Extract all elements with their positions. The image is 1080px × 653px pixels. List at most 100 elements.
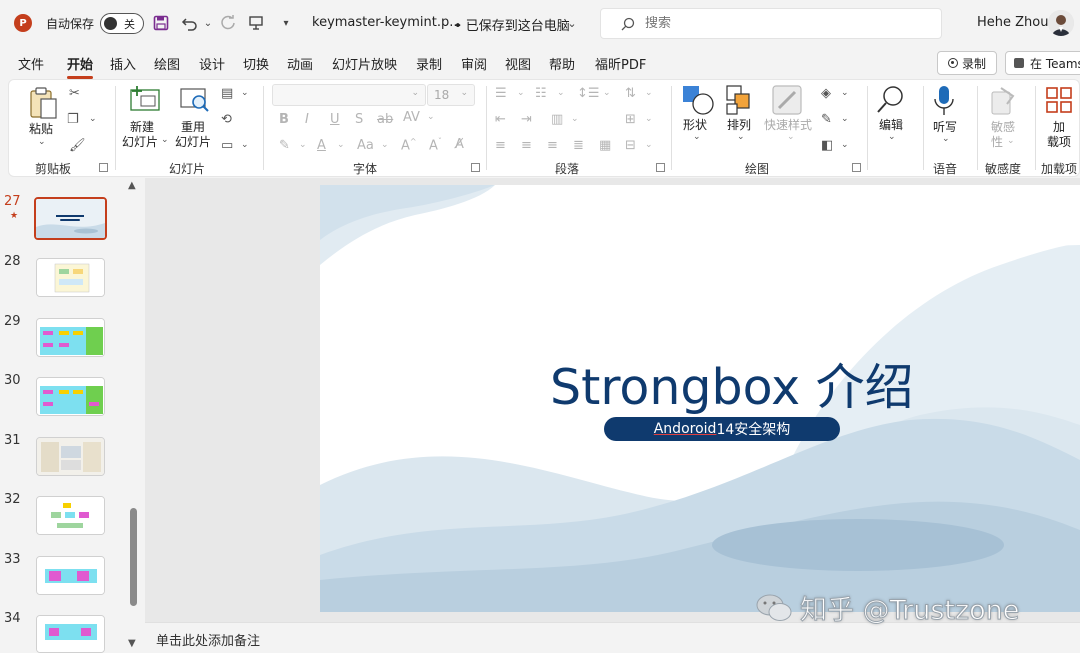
dictate-label[interactable]: 听写 xyxy=(933,120,957,135)
autosave-toggle[interactable]: 关 xyxy=(100,13,144,34)
tab-slideshow[interactable]: 幻灯片放映 xyxy=(332,54,397,73)
chevron-down-icon[interactable]: ⌄ xyxy=(693,132,701,142)
chevron-down-icon[interactable]: ⌄ xyxy=(38,137,46,147)
addins-icon[interactable] xyxy=(1045,86,1073,117)
slide-thumbnail[interactable] xyxy=(36,615,105,653)
slide-thumbnail[interactable] xyxy=(34,197,107,240)
chevron-down-icon[interactable]: ⌄ xyxy=(645,88,653,98)
new-slide-label-1[interactable]: 新建 xyxy=(130,120,154,135)
chevron-down-icon[interactable]: ⌄ xyxy=(841,140,849,150)
font-size-select[interactable]: 18 ⌄ xyxy=(427,84,475,106)
slide-thumbnail[interactable] xyxy=(36,318,105,357)
chevron-down-icon[interactable]: ⌄ xyxy=(562,13,582,33)
chevron-down-icon[interactable]: ⌄ xyxy=(241,140,249,150)
tab-file[interactable]: 文件 xyxy=(18,54,44,73)
avatar[interactable] xyxy=(1048,10,1074,36)
justify-icon[interactable]: ≣ xyxy=(573,138,584,153)
chevron-down-icon[interactable]: ⌄ xyxy=(787,132,795,142)
clear-formatting-icon[interactable]: A̸ xyxy=(455,137,464,152)
chevron-down-icon[interactable]: ⌄ xyxy=(241,88,249,98)
tab-home[interactable]: 开始 xyxy=(67,54,94,79)
underline-icon[interactable]: U xyxy=(330,112,340,127)
chevron-down-icon[interactable]: ⌄ xyxy=(427,112,435,122)
shape-effects-icon[interactable]: ◧ xyxy=(821,138,833,153)
layout-icon[interactable]: ▤ xyxy=(221,86,233,101)
slide-thumbnail[interactable] xyxy=(36,437,105,476)
tab-design[interactable]: 设计 xyxy=(199,54,225,73)
increase-font-icon[interactable]: A^ xyxy=(401,137,417,153)
slide-thumbnail[interactable] xyxy=(36,258,105,297)
align-left-icon[interactable]: ≡ xyxy=(495,138,506,153)
chevron-down-icon[interactable]: ⌄ xyxy=(1007,136,1015,146)
cut-icon[interactable]: ✂ xyxy=(69,86,80,101)
shape-fill-icon[interactable]: ◈ xyxy=(821,86,831,101)
drawing-launcher-icon[interactable] xyxy=(852,163,861,172)
user-name[interactable]: Hehe Zhou xyxy=(977,15,1048,30)
highlight-icon[interactable]: ✎ xyxy=(279,138,290,153)
slide-thumbnail[interactable] xyxy=(36,496,105,535)
present-icon[interactable] xyxy=(246,13,266,33)
chevron-down-icon[interactable]: ⌄ xyxy=(337,140,345,150)
new-slide-label-2[interactable]: 幻灯片 xyxy=(122,135,158,150)
tab-view[interactable]: 视图 xyxy=(505,54,531,73)
quick-styles-icon[interactable] xyxy=(771,84,803,119)
search-box[interactable] xyxy=(600,8,942,39)
file-title[interactable]: keymaster-keymint.p... xyxy=(312,15,462,30)
copy-icon[interactable]: ❐ xyxy=(67,112,79,127)
arrange-label[interactable]: 排列 xyxy=(727,118,751,133)
scroll-up-icon[interactable]: ▲ xyxy=(128,180,136,191)
notes-placeholder[interactable]: 单击此处添加备注 xyxy=(156,630,260,649)
record-button[interactable]: 录制 xyxy=(937,51,997,75)
tab-review[interactable]: 审阅 xyxy=(461,54,487,73)
addins-label-2[interactable]: 载项 xyxy=(1047,135,1071,150)
reuse-slides-label-2[interactable]: 幻灯片 xyxy=(175,135,211,150)
font-launcher-icon[interactable] xyxy=(471,163,480,172)
addins-label-1[interactable]: 加 xyxy=(1053,120,1065,135)
chevron-down-icon[interactable]: ⌄ xyxy=(557,88,565,98)
tab-record[interactable]: 录制 xyxy=(416,54,442,73)
scroll-down-icon[interactable]: ▼ xyxy=(128,638,136,649)
present-in-teams-button[interactable]: 在 Teams xyxy=(1005,51,1080,75)
character-spacing-icon[interactable]: AV xyxy=(403,110,420,125)
tab-help[interactable]: 帮助 xyxy=(549,54,575,73)
arrange-icon[interactable] xyxy=(725,84,755,119)
font-color-icon[interactable]: A xyxy=(317,138,326,153)
slide-subtitle[interactable]: Andoroid 14安全架构 xyxy=(604,417,840,441)
strikethrough-icon[interactable]: ab xyxy=(377,112,393,127)
slide[interactable]: Strongbox 介绍 Andoroid 14安全架构 xyxy=(320,185,1080,612)
chevron-down-icon[interactable]: ⌄ xyxy=(603,88,611,98)
chevron-down-icon[interactable]: ⌄ xyxy=(571,114,579,124)
smartart-icon[interactable]: ⊟ xyxy=(625,138,636,153)
align-text-icon[interactable]: ⊞ xyxy=(625,112,636,127)
chevron-down-icon[interactable]: ⌄ xyxy=(888,132,896,142)
microphone-icon[interactable] xyxy=(933,84,955,121)
tab-insert[interactable]: 插入 xyxy=(110,54,136,73)
text-shadow-icon[interactable]: S xyxy=(355,112,363,127)
undo-icon[interactable] xyxy=(180,13,200,33)
bullets-icon[interactable]: ☰ xyxy=(495,86,507,101)
chevron-down-icon[interactable]: ⌄ xyxy=(841,88,849,98)
decrease-indent-icon[interactable]: ⇤ xyxy=(495,112,506,127)
chevron-down-icon[interactable]: ⌄ xyxy=(89,114,97,124)
italic-icon[interactable]: I xyxy=(305,112,309,127)
chevron-down-icon[interactable]: ⌄ xyxy=(737,132,745,142)
thumbnail-scrollbar[interactable] xyxy=(130,508,137,606)
chevron-down-icon[interactable]: ⌄ xyxy=(299,140,307,150)
chevron-down-icon[interactable]: ⌄ xyxy=(381,140,389,150)
find-icon[interactable] xyxy=(875,84,907,119)
chevron-down-icon[interactable]: ⌄ xyxy=(841,114,849,124)
paste-icon[interactable] xyxy=(29,86,59,123)
chevron-down-icon[interactable]: ⌄ xyxy=(942,134,950,144)
section-icon[interactable]: ▭ xyxy=(221,138,233,153)
tab-foxit-pdf[interactable]: 福昕PDF xyxy=(595,54,646,73)
format-painter-icon[interactable]: 🖌 xyxy=(69,138,86,153)
reuse-slides-icon[interactable] xyxy=(179,86,211,117)
reset-slide-icon[interactable]: ⟲ xyxy=(221,112,232,127)
chevron-down-icon[interactable]: ⌄ xyxy=(645,114,653,124)
numbering-icon[interactable]: ☷ xyxy=(535,86,547,101)
quick-styles-label[interactable]: 快速样式 xyxy=(764,118,812,133)
text-direction-icon[interactable]: ⇅ xyxy=(625,86,636,101)
shape-outline-icon[interactable]: ✎ xyxy=(821,112,832,127)
customize-toolbar-icon[interactable]: ▾ xyxy=(276,13,296,33)
align-center-icon[interactable]: ≡ xyxy=(521,138,532,153)
